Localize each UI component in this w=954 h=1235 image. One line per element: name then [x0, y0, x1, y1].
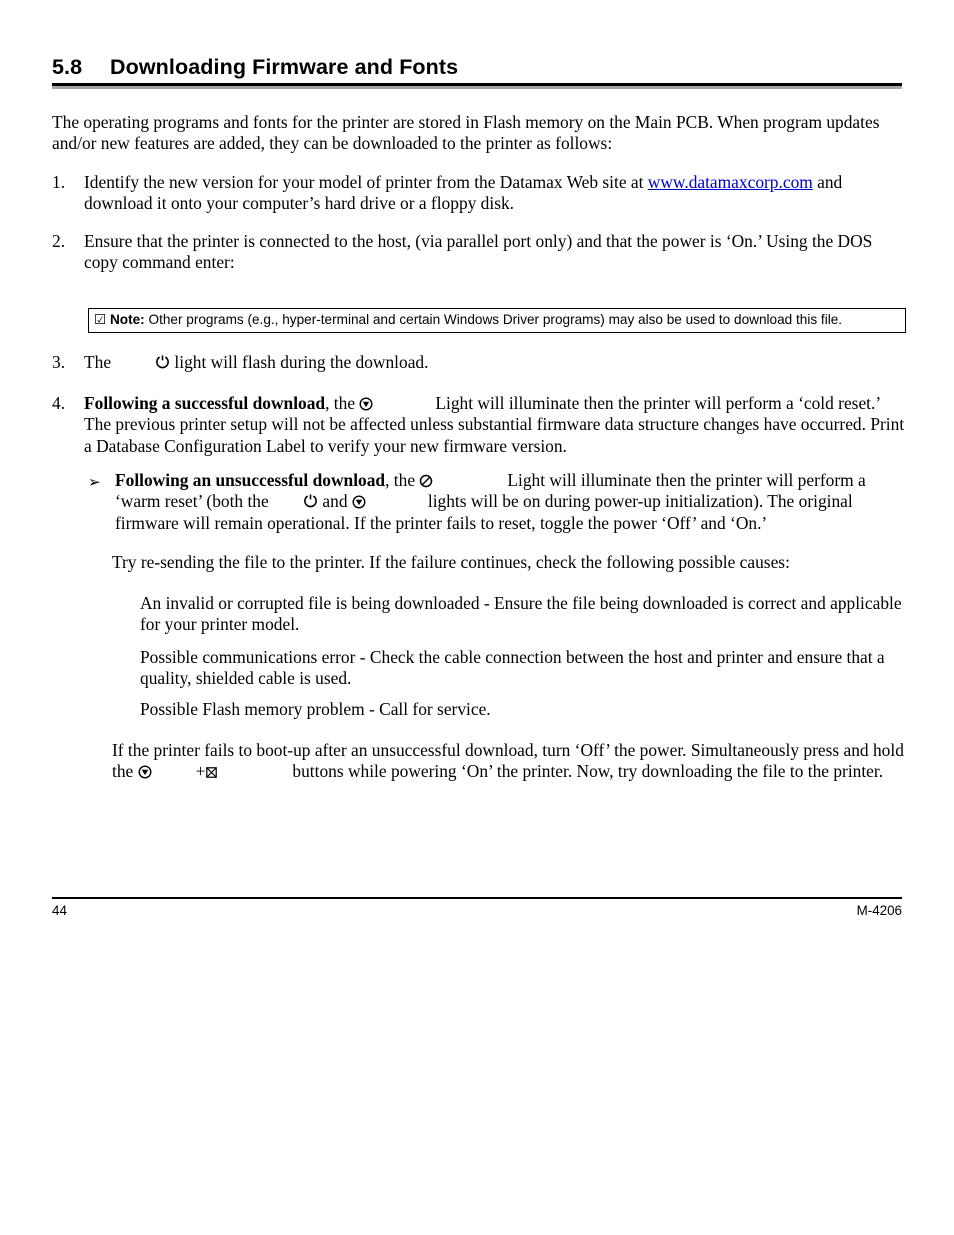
heading-rule-light	[52, 86, 902, 89]
power-light-icon	[155, 355, 170, 370]
datamax-website-link[interactable]: www.datamaxcorp.com	[648, 172, 813, 192]
step-number: 1.	[52, 172, 66, 192]
step-text: Following a successful download, the Lig…	[84, 393, 905, 457]
list-item-step-4: 4. Following a successful download, the …	[52, 393, 905, 457]
cancel-button-icon	[205, 766, 218, 779]
try-resending-paragraph: Try re-sending the file to the printer. …	[112, 552, 790, 572]
intro-paragraph: The operating programs and fonts for the…	[52, 112, 880, 154]
final-paragraph: If the printer fails to boot-up after an…	[112, 740, 907, 783]
subbullet-text-3: and	[318, 491, 352, 512]
final-plus: +	[195, 761, 206, 782]
step-text: Identify the new version for your model …	[84, 172, 905, 215]
step4-text-before-icon: , the	[325, 393, 360, 413]
step3-text-after-icon: light will flash during the download.	[174, 352, 429, 372]
power-light-icon	[303, 494, 318, 509]
list-item-step-2: 2. Ensure that the printer is connected …	[52, 231, 905, 274]
note-label: Note:	[109, 312, 145, 327]
page-footer: 44 M-4206	[52, 903, 902, 918]
step-text: The light will flash during the download…	[84, 352, 652, 373]
sub-bullet-text: Following an unsuccessful download, the …	[115, 470, 906, 534]
feed-button-icon	[138, 765, 152, 779]
footer-page-number: 44	[52, 903, 67, 918]
stop-light-icon	[419, 474, 433, 488]
cause-paragraph-3: Possible Flash memory problem - Call for…	[140, 699, 491, 719]
document-page: 5.8 Downloading Firmware and Fonts The o…	[0, 0, 954, 1235]
step3-text-before-icon: The	[84, 352, 112, 372]
sub-bullet-unsuccessful-download: ➢ Following an unsuccessful download, th…	[88, 470, 906, 534]
cause-paragraph-1: An invalid or corrupted file is being do…	[140, 593, 902, 635]
step4-bold-lead: Following a successful download	[84, 393, 326, 413]
checkbox-checked-icon: ☑	[94, 312, 107, 328]
step1-text-before-link: Identify the new version for your model …	[84, 172, 648, 192]
cause-paragraph-2: Possible communications error - Check th…	[140, 647, 885, 689]
page-title: Downloading Firmware and Fonts	[110, 55, 459, 79]
footer-model-code: M-4206	[856, 903, 902, 918]
step-number: 2.	[52, 231, 66, 251]
step-number: 3.	[52, 352, 66, 372]
feed-light-icon	[352, 495, 366, 509]
final-text-2: buttons while powering ‘On’ the printer.…	[292, 761, 884, 782]
section-heading: 5.8 Downloading Firmware and Fonts	[52, 55, 902, 89]
subbullet-bold-lead: Following an unsuccessful download	[115, 470, 386, 490]
note-text: Other programs (e.g., hyper-terminal and…	[148, 312, 843, 327]
arrow-bullet-icon: ➢	[88, 473, 101, 491]
footer-divider	[52, 897, 902, 899]
note-callout-box: ☑ Note: Other programs (e.g., hyper-term…	[88, 308, 906, 333]
heading-row: 5.8 Downloading Firmware and Fonts	[52, 55, 902, 83]
step-text: Ensure that the printer is connected to …	[84, 231, 873, 273]
step-number: 4.	[52, 393, 66, 413]
list-item-step-3: 3. The light will flash during the downl…	[52, 352, 652, 373]
list-item-step-1: 1. Identify the new version for your mod…	[52, 172, 905, 215]
subbullet-text-1: , the	[385, 470, 420, 490]
section-number: 5.8	[52, 55, 83, 79]
feed-light-icon	[359, 397, 373, 411]
